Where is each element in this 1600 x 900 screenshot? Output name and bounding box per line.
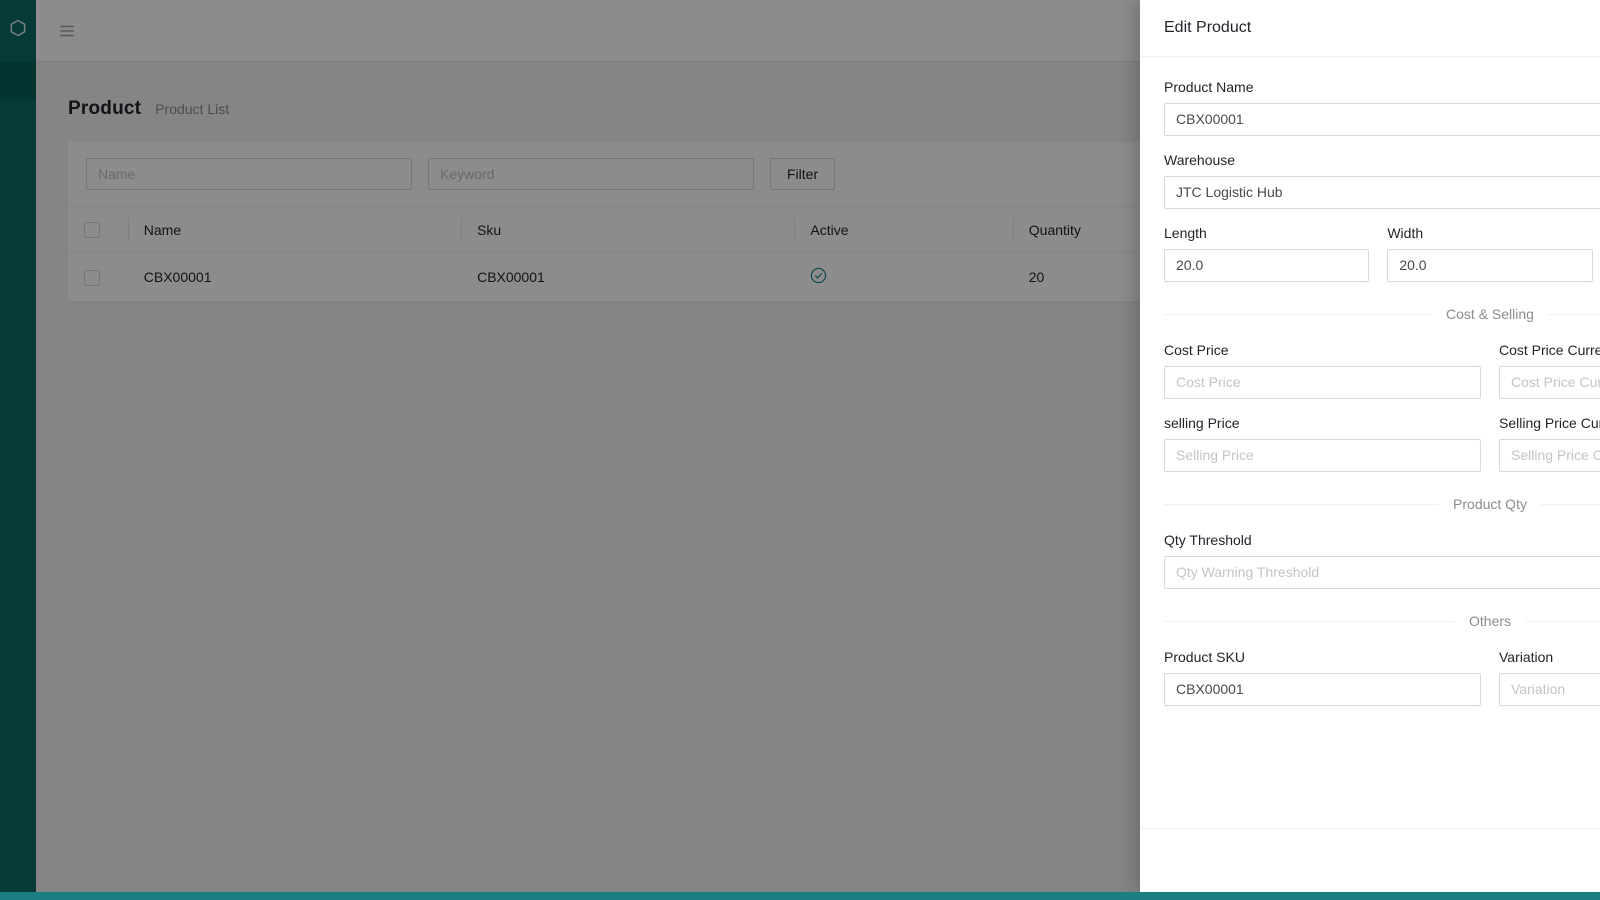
drawer-body: Product Name CBX00001 Warehouse JTC Logi…: [1140, 57, 1600, 828]
cost-price-input[interactable]: Cost Price: [1164, 366, 1481, 399]
product-sku-input[interactable]: CBX00001: [1164, 673, 1481, 706]
cost-price-currency-select[interactable]: Cost Price Currency: [1499, 366, 1600, 399]
length-input[interactable]: 20.0: [1164, 249, 1369, 282]
selling-price-currency-select[interactable]: Selling Price Currency: [1499, 439, 1600, 472]
drawer-header: Edit Product: [1140, 0, 1600, 57]
label-length: Length: [1164, 225, 1369, 241]
form-row-warehouse: Warehouse JTC Logistic Hub: [1164, 152, 1600, 209]
warehouse-select[interactable]: JTC Logistic Hub: [1164, 176, 1600, 209]
width-input[interactable]: 20.0: [1387, 249, 1592, 282]
label-selling-price: selling Price: [1164, 415, 1481, 431]
form-row-product-name: Product Name CBX00001: [1164, 79, 1600, 136]
form-row-selling-price: selling Price Selling Price Selling Pric…: [1164, 415, 1600, 472]
field-variation: Variation Variation: [1499, 649, 1600, 706]
field-length: Length 20.0: [1164, 225, 1369, 282]
label-product-sku: Product SKU: [1164, 649, 1481, 665]
edit-product-drawer: Edit Product Product Name CBX00001 Wareh…: [1140, 0, 1600, 892]
field-width: Width 20.0: [1387, 225, 1592, 282]
variation-input[interactable]: Variation: [1499, 673, 1600, 706]
field-qty-threshold: Qty Threshold Qty Warning Threshold: [1164, 532, 1600, 589]
field-product-sku: Product SKU CBX00001: [1164, 649, 1481, 706]
drawer-footer: [1140, 828, 1600, 892]
drawer-title: Edit Product: [1164, 19, 1251, 37]
label-warehouse: Warehouse: [1164, 152, 1600, 168]
field-cost-price-currency: Cost Price Currency Cost Price Currency: [1499, 342, 1600, 399]
section-title-others: Others: [1455, 613, 1525, 629]
label-selling-price-currency: Selling Price Currency: [1499, 415, 1600, 431]
section-title-cost-selling: Cost & Selling: [1432, 306, 1548, 322]
section-divider-others: Others: [1164, 613, 1600, 629]
section-divider-product-qty: Product Qty: [1164, 496, 1600, 512]
form-row-dimensions: Length 20.0 Width 20.0 Height 20.0: [1164, 225, 1600, 282]
label-cost-price-currency: Cost Price Currency: [1499, 342, 1600, 358]
label-product-name: Product Name: [1164, 79, 1600, 95]
field-selling-price: selling Price Selling Price: [1164, 415, 1481, 472]
bottom-accent-strip: [0, 892, 1600, 900]
field-warehouse: Warehouse JTC Logistic Hub: [1164, 152, 1600, 209]
label-width: Width: [1387, 225, 1592, 241]
form-row-others: Product SKU CBX00001 Variation Variation: [1164, 649, 1600, 706]
field-product-name: Product Name CBX00001: [1164, 79, 1600, 136]
form-row-cost-price: Cost Price Cost Price Cost Price Currenc…: [1164, 342, 1600, 399]
product-name-input[interactable]: CBX00001: [1164, 103, 1600, 136]
section-divider-cost-selling: Cost & Selling: [1164, 306, 1600, 322]
section-title-product-qty: Product Qty: [1439, 496, 1541, 512]
field-selling-price-currency: Selling Price Currency Selling Price Cur…: [1499, 415, 1600, 472]
field-cost-price: Cost Price Cost Price: [1164, 342, 1481, 399]
label-qty-threshold: Qty Threshold: [1164, 532, 1600, 548]
selling-price-input[interactable]: Selling Price: [1164, 439, 1481, 472]
label-variation: Variation: [1499, 649, 1600, 665]
form-row-qty-threshold: Qty Threshold Qty Warning Threshold: [1164, 532, 1600, 589]
qty-threshold-input[interactable]: Qty Warning Threshold: [1164, 556, 1600, 589]
label-cost-price: Cost Price: [1164, 342, 1481, 358]
